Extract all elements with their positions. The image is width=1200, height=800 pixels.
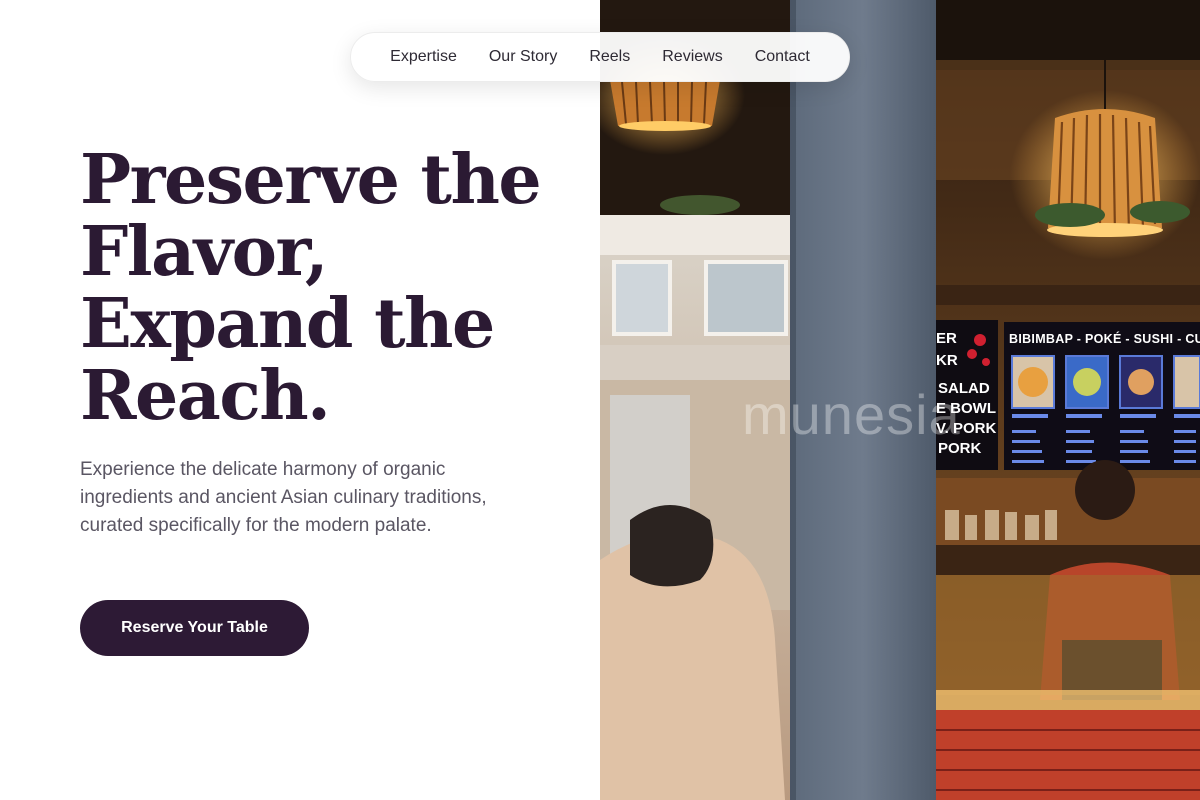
menu-board-title: BIBIMBAP - POKÉ - SUSHI - CURRY	[1009, 332, 1200, 346]
reserve-table-button[interactable]: Reserve Your Table	[80, 600, 309, 656]
headline-line-3: Expand the	[80, 284, 495, 364]
menu-left-item: ER	[936, 330, 957, 347]
nav-link-contact[interactable]: Contact	[755, 48, 810, 66]
main-nav: Expertise Our Story Reels Reviews Contac…	[350, 32, 850, 82]
hero-section: Preserve the Flavor, Expand the Reach. E…	[0, 0, 600, 800]
nav-link-reels[interactable]: Reels	[589, 48, 630, 66]
hero-subtext: Experience the delicate harmony of organ…	[80, 459, 487, 536]
menu-left-item: PORK	[938, 440, 982, 457]
headline-line-4: Reach.	[80, 356, 331, 436]
hero-headline: Preserve the Flavor, Expand the Reach.	[80, 144, 580, 432]
menu-left-item: E BOWL	[936, 400, 996, 417]
menu-left-item: KR	[936, 352, 958, 369]
nav-link-reviews[interactable]: Reviews	[662, 48, 722, 66]
photo-watermark: munesia	[742, 383, 961, 446]
headline-line-2: Flavor,	[80, 212, 329, 292]
menu-left-item: V. PORK	[936, 420, 997, 437]
nav-link-expertise[interactable]: Expertise	[390, 48, 457, 66]
menu-left-item: SALAD	[938, 380, 990, 397]
restaurant-photo: munesia BIBIMBAP - POKÉ - SUSHI - CURRY …	[600, 0, 1200, 800]
headline-line-1: Preserve the	[80, 140, 542, 220]
nav-link-our-story[interactable]: Our Story	[489, 48, 557, 66]
